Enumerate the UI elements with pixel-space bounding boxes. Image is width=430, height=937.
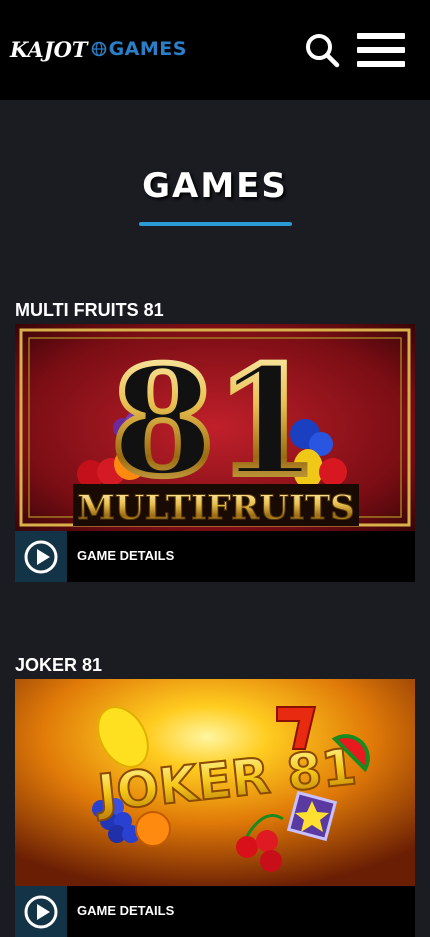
game-details-button-joker-81[interactable]: GAME DETAILS [15,886,415,937]
game-details-label: GAME DETAILS [77,903,175,918]
game-image-joker-81[interactable]: JOKER 81 [15,679,415,886]
game-image-multi-fruits-81[interactable]: 81 MULTIFRUITS [15,324,415,531]
title-underline [139,222,292,226]
game-details-label: GAME DETAILS [77,548,175,563]
search-icon[interactable] [304,32,340,68]
site-header: KAJOT GAMES [0,0,430,100]
game-image-number: 81 [111,334,320,510]
globe-icon [91,41,106,57]
hamburger-menu-icon[interactable] [357,33,405,67]
game-title-multi-fruits-81[interactable]: MULTI FRUITS 81 [15,300,164,321]
logo-kajot-text: KAJOT [10,36,88,62]
game-image-caption: MULTIFRUITS [77,488,354,528]
play-circle-icon [24,540,58,574]
play-button-box[interactable] [15,531,67,582]
play-button-box[interactable] [15,886,67,937]
kajot-games-logo[interactable]: KAJOT GAMES [10,36,187,62]
game-details-button-multi-fruits-81[interactable]: GAME DETAILS [15,531,415,582]
game-title-joker-81[interactable]: JOKER 81 [15,655,102,676]
play-circle-icon [24,895,58,929]
page-title: GAMES [142,166,288,206]
logo-games-text: GAMES [108,38,187,60]
